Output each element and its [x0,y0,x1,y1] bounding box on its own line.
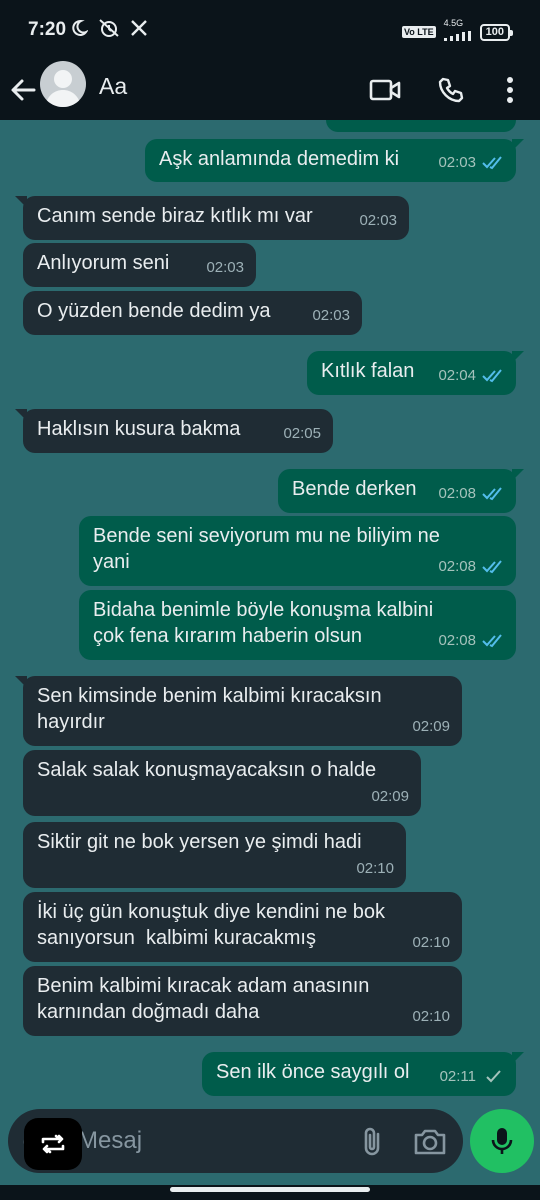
home-gesture-bar[interactable] [170,1187,370,1192]
message-time: 02:11 [439,1068,476,1085]
read-ticks-icon [482,487,502,501]
message-time: 02:10 [356,860,394,877]
status-time: 7:20 [28,19,67,40]
sent-tick-icon [486,1070,501,1083]
network-type: 4.5G [443,18,464,28]
message-bubble-incoming[interactable]: Haklısın kusura bakma 02:05 [15,409,333,453]
read-ticks-icon [482,634,502,648]
message-time: 02:10 [412,1008,450,1025]
contact-name[interactable]: Aa [99,73,127,100]
message-bubble-incoming[interactable]: Benim kalbimi kıracak adam anasının karn… [23,966,462,1036]
default-avatar-icon [45,70,81,107]
paperclip-icon [364,1127,380,1156]
floating-repeat-button[interactable] [24,1118,82,1170]
message-bubble-incoming[interactable]: Sen kimsinde benim kalbimi kıracaksın ha… [15,676,462,746]
message-time: 02:08 [438,485,476,502]
message-time: 02:03 [359,212,397,229]
signal-icon [443,28,472,46]
volte-icon: Vo LTE [401,26,436,38]
message-list[interactable]: Aşk anlamında demedim ki 02:03 Canım sen… [0,120,540,1105]
more-options-button[interactable] [490,70,530,110]
message-bubble-partial [326,120,516,132]
camera-button[interactable] [412,1127,448,1157]
message-time: 02:09 [371,788,409,805]
message-text: O yüzden bende dedim ya [37,300,271,322]
read-ticks-icon [482,369,502,383]
attach-button[interactable] [358,1125,388,1159]
message-bubble-incoming[interactable]: İki üç gün konuştuk diye kendini ne bok … [23,892,462,962]
video-camera-icon [369,79,401,101]
message-bubble-incoming[interactable]: Canım sende biraz kıtlık mı var 02:03 [15,196,409,240]
message-time: 02:05 [283,425,321,442]
phone-icon [438,77,464,103]
microphone-icon [491,1128,513,1154]
arrow-back-icon [11,79,36,101]
message-text: Canım sende biraz kıtlık mı var [37,205,313,227]
message-bubble-outgoing[interactable]: Bende seni seviyorum mu ne biliyim ne ya… [79,516,516,586]
message-time: 02:09 [412,718,450,735]
message-text: İki üç gün konuştuk diye kendini ne bok … [37,901,385,949]
read-ticks-icon [482,560,502,574]
voice-record-button[interactable] [470,1109,534,1173]
message-bubble-incoming[interactable]: Siktir git ne bok yersen ye şimdi hadi 0… [23,822,406,888]
message-time: 02:04 [438,367,476,384]
moon-icon [70,19,89,42]
message-bubble-outgoing[interactable]: Sen ilk önce saygılı ol 02:11 [202,1052,524,1096]
back-button[interactable] [8,72,40,108]
video-call-button[interactable] [365,70,405,110]
message-text: Benim kalbimi kıracak adam anasının karn… [37,975,370,1023]
message-bubble-outgoing[interactable]: Bidaha benimle böyle konuşma kalbini çok… [79,590,516,660]
camera-icon [414,1129,446,1155]
message-bubble-outgoing[interactable]: Aşk anlamında demedim ki 02:03 [145,139,524,182]
battery-icon: 100 [479,23,514,41]
message-bubble-incoming[interactable]: O yüzden bende dedim ya 02:03 [23,291,362,335]
message-text: Sen kimsinde benim kalbimi kıracaksın ha… [37,685,382,733]
status-bar: 7:20 Vo LTE 4.5G 100 [0,0,540,60]
message-time: 02:03 [438,154,476,171]
repeat-icon [41,1134,65,1154]
message-text: Haklısın kusura bakma [37,418,241,440]
message-text: Siktir git ne bok yersen ye şimdi hadi [37,831,362,853]
message-time: 02:08 [438,632,476,649]
more-vertical-icon [507,77,513,103]
message-time: 02:03 [206,259,244,276]
message-text: Salak salak konuşmayacaksın o halde [37,759,377,781]
message-time: 02:08 [438,558,476,575]
message-bubble-outgoing[interactable]: Bende derken 02:08 [278,469,524,513]
message-bubble-incoming[interactable]: Salak salak konuşmayacaksın o halde 02:0… [23,750,421,816]
voice-call-button[interactable] [431,70,471,110]
message-input[interactable] [78,1123,318,1159]
message-bubble-incoming[interactable]: Anlıyorum seni 02:03 [23,243,256,287]
message-bubble-outgoing[interactable]: Kıtlık falan 02:04 [307,351,524,395]
message-time: 02:03 [312,307,350,324]
alarm-off-icon [98,18,120,43]
x-app-icon [130,19,148,42]
read-ticks-icon [482,156,502,170]
message-time: 02:10 [412,934,450,951]
avatar[interactable] [40,61,86,107]
